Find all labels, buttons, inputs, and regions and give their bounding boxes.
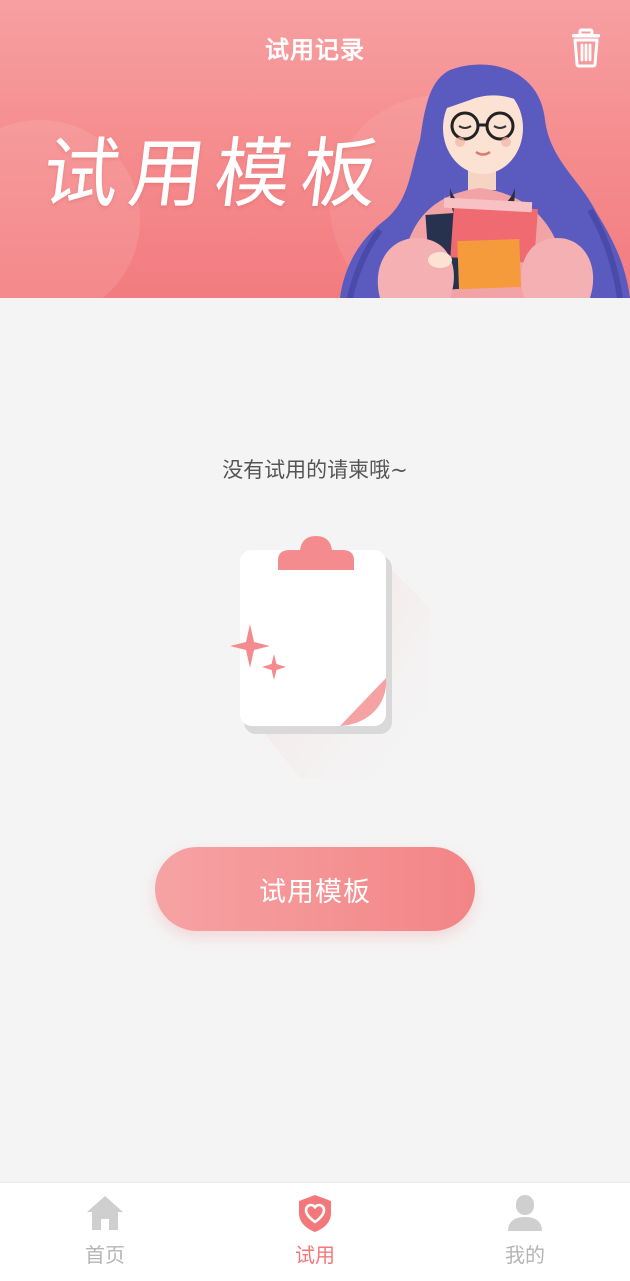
tab-trial[interactable]: 试用 [210, 1183, 420, 1281]
girl-illustration [340, 64, 630, 298]
tab-mine[interactable]: 我的 [420, 1183, 630, 1281]
user-icon [508, 1195, 542, 1231]
tab-trial-label: 试用 [295, 1243, 335, 1267]
try-template-button[interactable]: 试用模板 [155, 847, 475, 931]
tab-home[interactable]: 首页 [0, 1183, 210, 1281]
tab-home-label: 首页 [85, 1243, 125, 1267]
tab-mine-label: 我的 [505, 1243, 545, 1267]
header-banner: 试用记录 试用模板 [0, 0, 630, 298]
home-icon [87, 1196, 123, 1230]
heart-shield-icon [299, 1195, 331, 1232]
empty-state-message: 没有试用的请柬哦~ [222, 458, 408, 482]
bottom-tab-bar: 首页 试用 我的 [0, 1182, 630, 1281]
clipboard-sparkle-icon [230, 536, 430, 778]
